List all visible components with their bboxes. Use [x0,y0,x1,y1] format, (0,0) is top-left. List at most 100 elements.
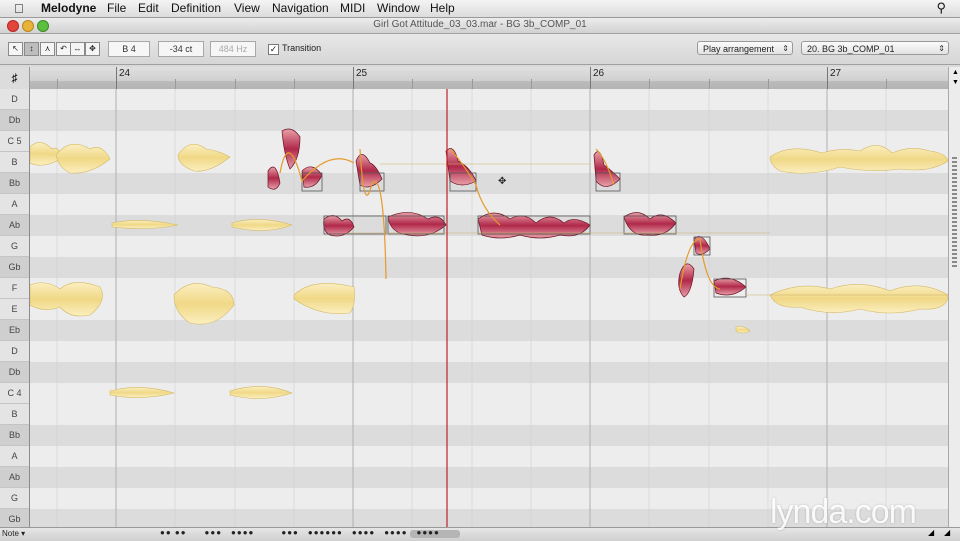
transition-label: Transition [282,43,322,53]
beat-tick [412,79,413,89]
beat-tick [472,79,473,89]
note-separation-tool-icon[interactable]: ✥ [85,42,100,56]
menu-file[interactable]: File [107,1,126,15]
pitch-key[interactable]: Db [0,362,29,383]
menu-window[interactable]: Window [377,1,420,15]
pitch-key[interactable]: B [0,404,29,425]
toolbar: ↖ ↕ ⋏ ↶ ↔ ✥ B 4 -34 ct 484 Hz ✓ Transiti… [0,34,960,65]
frequency-readout: 484 Hz [210,41,256,57]
cents-readout[interactable]: -34 ct [158,41,204,57]
pitch-key[interactable]: F [0,278,29,299]
pitch-row [30,110,948,131]
apple-icon[interactable]:  [14,1,24,16]
pitch-key[interactable]: Db [0,110,29,131]
menu-navigation[interactable]: Navigation [272,1,329,15]
bar-tick [353,67,354,89]
pitch-key[interactable]: Eb [0,320,29,341]
pitch-key[interactable]: D [0,341,29,362]
pitch-row [30,404,948,425]
pitch-ruler[interactable]: D Db C 5 B Bb A Ab G Gb F E Eb D Db C 4 B Bb A Ab G Gb [0,89,30,527]
menubar:  Melodyne File Edit Definition View Nav… [0,0,960,18]
beat-tick [175,79,176,89]
beat-tick [57,79,58,89]
beat-tick [649,79,650,89]
pitch-key[interactable]: A [0,194,29,215]
menu-view[interactable]: View [234,1,260,15]
pitch-key[interactable]: Gb [0,509,29,527]
overview-notes: ●● ●● ●●● ●●●● ●●● ●●●●●● ●●●● ●●●● ●●●● [160,528,440,537]
pitch-key[interactable]: B [0,152,29,173]
pitch-row [30,362,948,383]
window-titlebar: Girl Got Attitude_03_03.mar - BG 3b_COMP… [0,18,960,34]
pitch-key[interactable]: A [0,446,29,467]
bar-tick [116,67,117,89]
pitch-cursor-icon: ✥ [498,176,506,187]
timeline-ruler[interactable]: 24 25 26 27 [30,67,948,90]
ruler-upper-band [30,67,948,81]
pitch-readout[interactable]: B 4 [108,41,150,57]
playback-mode-select[interactable]: Play arrangement ⇕ [697,41,793,55]
pitch-key[interactable]: Ab [0,467,29,488]
scroll-down-arrow-icon[interactable]: ▼ [952,79,959,86]
beat-tick [235,79,236,89]
menu-help[interactable]: Help [430,1,455,15]
bar-label: 25 [356,68,368,79]
beat-tick [768,79,769,89]
pitch-key[interactable]: Ab [0,215,29,236]
main-tool-arrow-icon[interactable]: ↖ [8,42,23,56]
spotlight-search-icon[interactable]: ⚲ [936,0,946,16]
pitch-row [30,341,948,362]
bar-label: 27 [830,68,842,79]
track-select[interactable]: 20. BG 3b_COMP_01 ⇕ [801,41,949,55]
pitch-modulation-tool-icon[interactable]: ⋏ [40,42,55,56]
pitch-key[interactable]: C 5 [0,131,29,152]
pitch-row [30,236,948,257]
beat-tick [886,79,887,89]
pitch-row [30,194,948,215]
note-mode-label: Note [2,529,19,538]
zoom-out-icon[interactable]: ◢ [944,528,950,537]
note-mode-select[interactable]: Note ▾ [2,529,25,538]
pitch-key[interactable]: Bb [0,425,29,446]
zoom-icon[interactable]: ◢ [928,528,934,537]
vertical-scrollbar[interactable]: ▲ ▼ [948,67,960,527]
pitch-row [30,173,948,194]
window-title: Girl Got Attitude_03_03.mar - BG 3b_COMP… [373,19,587,30]
pitch-row [30,425,948,446]
chevron-updown-icon: ⇕ [938,44,945,53]
transition-checkbox[interactable]: ✓ [268,44,279,55]
pitch-row [30,320,948,341]
menu-app-name[interactable]: Melodyne [41,1,96,15]
pitch-key[interactable]: G [0,236,29,257]
bar-label: 26 [593,68,605,79]
chevron-updown-icon: ⇕ [782,44,789,53]
pitch-key[interactable]: G [0,488,29,509]
lynda-watermark: lynda.com [770,493,917,531]
pitch-key[interactable]: C 4 [0,383,29,404]
beat-tick [531,79,532,89]
bar-tick [827,67,828,89]
scroll-up-arrow-icon[interactable]: ▲ [952,69,959,76]
menu-definition[interactable]: Definition [171,1,221,15]
pitch-row [30,89,948,110]
pitch-row [30,257,948,278]
playback-mode-value: Play arrangement [703,44,775,54]
pitch-key[interactable]: Gb [0,257,29,278]
menu-midi[interactable]: MIDI [340,1,365,15]
beat-tick [294,79,295,89]
time-tool-icon[interactable]: ↔ [70,42,85,56]
note-editor-grid[interactable]: ✥ [30,89,948,527]
pitch-key[interactable]: Bb [0,173,29,194]
note-blobs-canvas[interactable]: ✥ [30,89,948,527]
pitch-key[interactable]: D [0,89,29,110]
scale-snap-icon[interactable]: ♯ [0,67,30,90]
track-select-value: 20. BG 3b_COMP_01 [807,44,895,54]
menu-edit[interactable]: Edit [138,1,159,15]
pitch-row [30,446,948,467]
pitch-key[interactable]: E [0,299,29,320]
beat-tick [709,79,710,89]
pitch-row [30,467,948,488]
pitch-tool-icon[interactable]: ↕ [24,42,39,56]
pitch-drift-tool-icon[interactable]: ↶ [56,42,71,56]
vertical-zoom-thumb[interactable] [952,157,957,267]
